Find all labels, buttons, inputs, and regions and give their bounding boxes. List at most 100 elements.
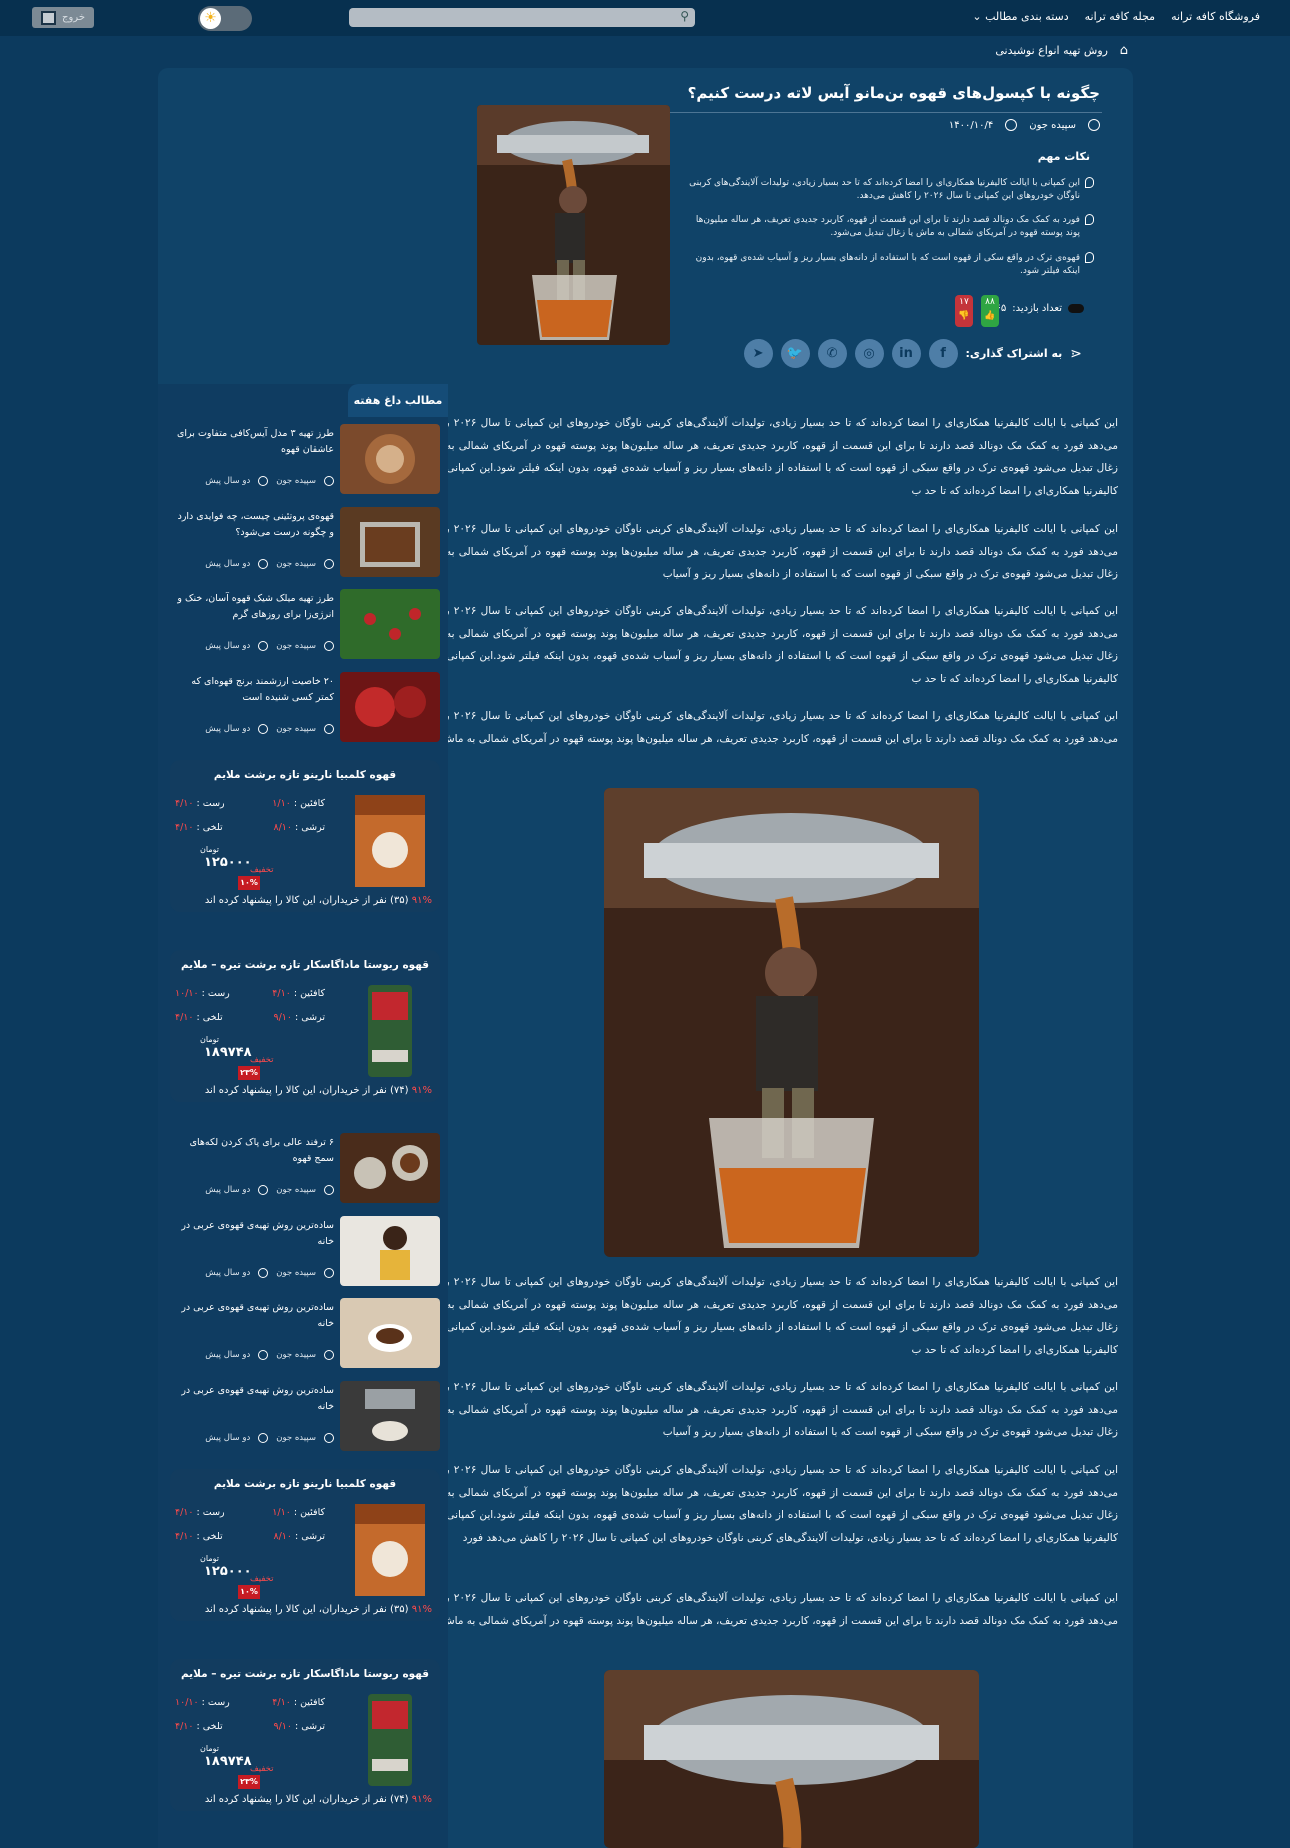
product-image[interactable] [350,790,430,890]
sidebar-post[interactable]: ساده‌ترین روش تهیه‌ی قهوه‌ی عربی در خانه… [170,1381,440,1451]
post-thumbnail[interactable] [340,1298,440,1368]
article-author[interactable]: سپیده جون [1029,120,1076,131]
search-icon[interactable]: ⚲ [676,10,689,23]
post-thumbnail[interactable] [340,507,440,577]
product-title[interactable]: قهوه کلمبیا نارینو تازه برشت ملایم [170,769,440,781]
product-title[interactable]: قهوه کلمبیا نارینو تازه برشت ملایم [170,1478,440,1490]
product-specs: کافئین : ۱/۱۰ رست : ۴/۱۰ ترشی : ۸/۱۰ تلخی … [175,1507,325,1555]
like-button[interactable]: ۸۸ 👍 [981,295,999,327]
bitterness-label: تلخی : [196,822,223,833]
thumbs-up-icon: 👍 [984,311,996,321]
nav-links: فروشگاه کافه ترانه مجله کافه ترانه دسته … [972,10,1260,23]
caffeine-value: ۴/۱۰ [272,988,291,999]
currency: تومان [200,845,219,854]
sidebar-post[interactable]: طرز تهیه ۳ مدل آیس‌کافی متفاوت برای عاشق… [170,424,440,494]
product-price: ۱۸۹۷۴۸ [204,1754,252,1769]
acidity-label: ترشی : [295,1012,325,1023]
post-time: دو سال پیش [205,1185,251,1195]
post-meta: سپیده جون دو سال پیش [205,1268,334,1278]
home-icon[interactable]: ⌂ [1114,44,1128,57]
clock-icon [258,641,269,651]
product-title[interactable]: قهوه ربوستا ماداگاسکار تازه برشت تیره – … [170,959,440,971]
thumbs-down-icon: 👎 [958,311,970,321]
article-paragraph: این کمپانی با ایالت کالیفرنیا همکاری‌ای … [410,1276,1118,1356]
recommendation: ۹۱% (۳۵) نفر از خریداران، این کالا را پی… [205,895,432,906]
nav-shop-link[interactable]: فروشگاه کافه ترانه [1171,10,1260,23]
product-image[interactable] [350,1689,430,1789]
post-author: سپیده جون [276,559,316,569]
logout-button[interactable]: خروج [32,7,94,28]
recommendation-percent: ۹۱% [411,1604,432,1615]
post-thumbnail[interactable] [340,1133,440,1203]
post-time: دو سال پیش [205,1433,251,1443]
bitterness-label: تلخی : [196,1531,223,1542]
theme-toggle[interactable]: ☀ [198,6,252,31]
post-author: سپیده جون [276,1185,316,1195]
post-thumbnail[interactable] [340,672,440,742]
pin-icon [1085,177,1094,188]
article-image [604,1670,979,1848]
sidebar-post[interactable]: طرز تهیه میلک شیک قهوه آسان، خنک و انرژی… [170,589,440,659]
recommendation-text: (۳۵) نفر از خریداران، این کالا را پیشنها… [204,1604,409,1615]
acidity-label: ترشی : [295,1721,325,1732]
telegram-icon[interactable]: ➤ [743,339,773,368]
nav-categories-dropdown[interactable]: دسته بندی مطالب ⌄ [972,10,1068,23]
post-title[interactable]: طرز تهیه میلک شیک قهوه آسان، خنک و انرژی… [174,591,334,623]
breadcrumb: ⌂ روش تهیه انواع نوشیدنی [995,44,1128,58]
caffeine-value: ۴/۱۰ [272,1697,291,1708]
key-point-text: فورد به کمک مک دونالد قصد دارند تا برای … [695,215,1080,238]
title-divider [665,112,1102,113]
post-title[interactable]: ساده‌ترین روش تهیه‌ی قهوه‌ی عربی در خانه [174,1300,334,1332]
product-title[interactable]: قهوه ربوستا ماداگاسکار تازه برشت تیره – … [170,1668,440,1680]
twitter-icon[interactable]: 🐦 [780,339,810,368]
sidebar-post[interactable]: قهوه‌ی پروتئینی چیست، چه فوایدی دارد و چ… [170,507,440,577]
instagram-icon[interactable]: ◎ [854,339,884,368]
product-card[interactable]: قهوه ربوستا ماداگاسکار تازه برشت تیره – … [170,950,440,1102]
nav-magazine-link[interactable]: مجله کافه ترانه [1085,10,1155,23]
sun-icon: ☀ [200,8,221,29]
post-thumbnail[interactable] [340,1381,440,1451]
roast-label: رست : [196,1507,225,1518]
article-paragraph: این کمپانی با ایالت کالیفرنیا همکاری‌ای … [410,1464,1118,1544]
dislike-button[interactable]: ۱۷ 👎 [955,295,973,327]
post-author: سپیده جون [276,476,316,486]
post-thumbnail[interactable] [340,424,440,494]
pin-icon [1085,252,1094,263]
breadcrumb-category[interactable]: روش تهیه انواع نوشیدنی [995,44,1108,57]
sidebar-post[interactable]: ۲۰ خاصیت ارزشمند برنج قهوه‌ای که کمتر کس… [170,672,440,742]
post-thumbnail[interactable] [340,1216,440,1286]
article-paragraph: این کمپانی با ایالت کالیفرنیا همکاری‌ای … [410,417,1118,497]
post-title[interactable]: ساده‌ترین روش تهیه‌ی قهوه‌ی عربی در خانه [174,1383,334,1415]
product-specs: کافئین : ۱/۱۰ رست : ۴/۱۰ ترشی : ۸/۱۰ تلخی … [175,798,325,846]
product-card[interactable]: قهوه کلمبیا نارینو تازه برشت ملایم کافئی… [170,760,440,912]
post-title[interactable]: ۲۰ خاصیت ارزشمند برنج قهوه‌ای که کمتر کس… [174,674,334,706]
sidebar-post[interactable]: ۶ ترفند عالی برای پاک کردن لکه‌های سمج ق… [170,1133,440,1203]
article-date: ۱۴۰۰/۱۰/۴ [948,119,994,131]
discount-badge: ۲۳% [238,1066,260,1080]
product-card[interactable]: قهوه ربوستا ماداگاسکار تازه برشت تیره – … [170,1659,440,1811]
product-image[interactable] [350,980,430,1080]
currency: تومان [200,1035,219,1044]
facebook-icon[interactable]: f [928,339,958,368]
sidebar-post[interactable]: ساده‌ترین روش تهیه‌ی قهوه‌ی عربی در خانه… [170,1298,440,1368]
search-input[interactable]: ⚲ [349,8,695,27]
linkedin-icon[interactable]: in [891,339,921,368]
whatsapp-icon[interactable]: ✆ [817,339,847,368]
clock-icon [258,724,269,734]
post-thumbnail[interactable] [340,589,440,659]
post-title[interactable]: ساده‌ترین روش تهیه‌ی قهوه‌ی عربی در خانه [174,1218,334,1250]
recommendation-percent: ۹۱% [411,895,432,906]
article-meta: سپیده جون ۱۴۰۰/۱۰/۴ [949,119,1100,131]
post-time: دو سال پیش [205,641,251,651]
product-card[interactable]: قهوه کلمبیا نارینو تازه برشت ملایم کافئی… [170,1469,440,1621]
recommendation: ۹۱% (۷۴) نفر از خریداران، این کالا را پی… [205,1085,432,1096]
discount-badge: ۲۳% [238,1775,260,1789]
post-title[interactable]: قهوه‌ی پروتئینی چیست، چه فوایدی دارد و چ… [174,509,334,541]
post-title[interactable]: طرز تهیه ۳ مدل آیس‌کافی متفاوت برای عاشق… [174,426,334,458]
product-image[interactable] [350,1499,430,1599]
article-paragraph: این کمپانی با ایالت کالیفرنیا همکاری‌ای … [410,605,1118,685]
eye-icon [1068,304,1084,313]
bitterness-value: ۴/۱۰ [175,822,194,833]
sidebar-post[interactable]: ساده‌ترین روش تهیه‌ی قهوه‌ی عربی در خانه… [170,1216,440,1286]
post-title[interactable]: ۶ ترفند عالی برای پاک کردن لکه‌های سمج ق… [174,1135,334,1167]
